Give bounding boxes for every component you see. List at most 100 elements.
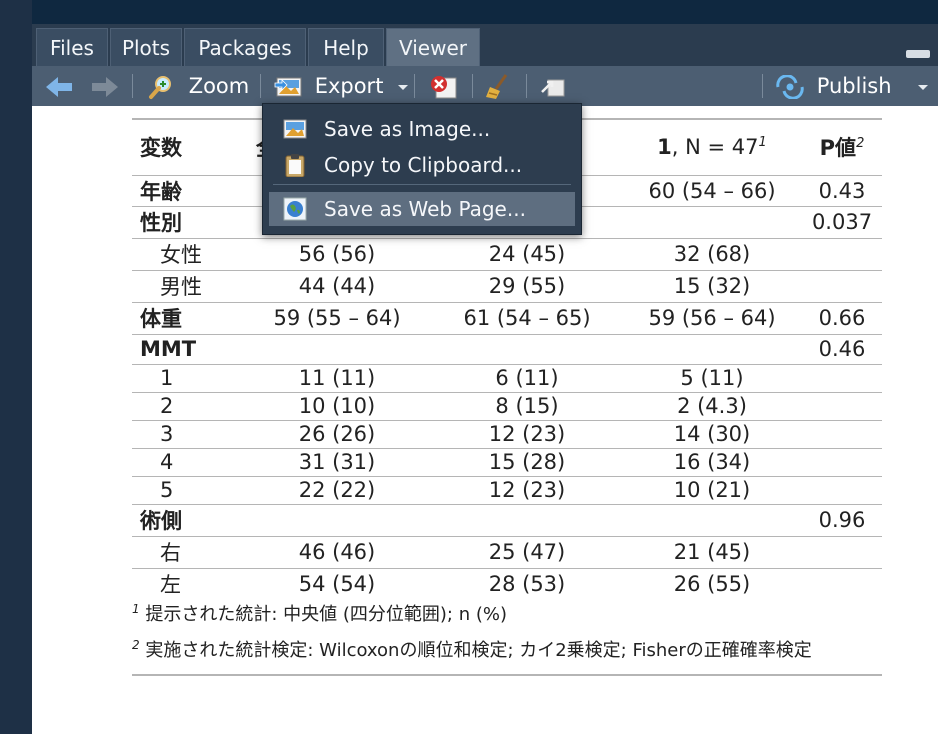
cell-p-value: 0.66 (802, 301, 882, 334)
zoom-label: Zoom (188, 74, 250, 98)
publish-icon (776, 74, 804, 100)
table-row: 5 22 (22) 12 (23) 10 (21) (132, 475, 882, 504)
left-border (0, 0, 32, 734)
image-file-icon (283, 119, 307, 139)
menu-item-label: Copy to Clipboard... (324, 153, 523, 177)
cell-group-1: 60 (54 – 66) (622, 174, 802, 206)
remove-viewer-button[interactable] (428, 66, 458, 106)
menu-item-copy-to-clipboard[interactable]: Copy to Clipboard... (269, 148, 575, 182)
cell-p-value (802, 475, 882, 504)
menu-item-label: Save as Image... (324, 117, 491, 141)
cell-group-2: 28 (53) (432, 567, 622, 600)
publish-button[interactable]: Publish (774, 66, 930, 106)
cell-group-1: 16 (34) (622, 447, 802, 476)
popout-icon (541, 79, 565, 97)
cell-overall: 26 (26) (242, 419, 432, 448)
cell-group-1: 10 (21) (622, 475, 802, 504)
tab-files[interactable]: Files (36, 28, 108, 66)
cell-group-2: 29 (55) (432, 269, 622, 302)
cell-p-value: 0.43 (802, 174, 882, 206)
row-label: 2 (132, 391, 242, 420)
table-row: 女性 56 (56) 24 (45) 32 (68) (132, 237, 882, 270)
header-p-footnote-mark: 2 (856, 136, 865, 152)
cell-group-2: 12 (23) (432, 475, 622, 504)
footnote-2: 2 実施された統計検定: Wilcoxonの順位和検定; カイ2乗検定; Fis… (132, 636, 882, 662)
viewer-toolbar: Zoom Export Publish (32, 66, 938, 106)
tab-help[interactable]: Help (308, 28, 384, 66)
table-row: 体重 59 (55 – 64) 61 (54 – 65) 59 (56 – 64) 0.… (132, 301, 882, 334)
menu-item-save-as-web-page[interactable]: Save as Web Page... (269, 192, 575, 226)
cell-overall: 46 (46) (242, 535, 432, 568)
table-row: MMT 0.46 (132, 333, 882, 364)
cell-group-2: 24 (45) (432, 237, 622, 270)
footnote-2-text: 実施された統計検定: Wilcoxonの順位和検定; カイ2乗検定; Fishe… (145, 640, 812, 661)
publish-label: Publish (816, 74, 892, 98)
cell-overall: 31 (31) (242, 447, 432, 476)
row-label: 男性 (132, 269, 242, 302)
cell-p-value (802, 567, 882, 600)
cell-overall: 22 (22) (242, 475, 432, 504)
table-row: 4 31 (31) 15 (28) 16 (34) (132, 447, 882, 476)
cell-p-value (802, 535, 882, 568)
row-label: 5 (132, 475, 242, 504)
menu-separator (273, 184, 571, 185)
row-label: 左 (132, 567, 242, 600)
back-button[interactable] (44, 66, 74, 106)
remove-icon (431, 76, 457, 99)
header-group-1: 1, N = 471 (622, 120, 802, 175)
popout-button[interactable] (538, 66, 568, 106)
cell-overall: 54 (54) (242, 567, 432, 600)
menu-item-save-as-image[interactable]: Save as Image... (269, 112, 575, 146)
row-label: 4 (132, 447, 242, 476)
table-row: 術側 0.96 (132, 503, 882, 536)
forward-button[interactable] (90, 66, 120, 106)
export-label: Export (314, 74, 384, 98)
export-button[interactable]: Export (274, 66, 410, 106)
cell-overall: 56 (56) (242, 237, 432, 270)
export-menu: Save as Image... Copy to Clipboard... Sa… (262, 103, 582, 235)
table-bottom-rule (132, 674, 882, 676)
cell-group-2 (432, 503, 622, 536)
header-p-value: P値2 (802, 120, 882, 175)
cell-p-value (802, 391, 882, 420)
toolbar-separator (260, 74, 261, 98)
clear-viewer-button[interactable] (484, 66, 514, 106)
header-group-1-bold: 1 (657, 135, 672, 160)
tab-packages[interactable]: Packages (184, 28, 306, 66)
cell-group-1: 2 (4.3) (622, 391, 802, 420)
table-row: 2 10 (10) 8 (15) 2 (4.3) (132, 391, 882, 420)
tab-plots[interactable]: Plots (110, 28, 182, 66)
table-row: 左 54 (54) 28 (53) 26 (55) (132, 567, 882, 600)
footnote-2-mark: 2 (132, 638, 140, 652)
row-label: 3 (132, 419, 242, 448)
globe-icon (283, 197, 307, 221)
row-label: MMT (132, 333, 242, 364)
cell-group-2: 25 (47) (432, 535, 622, 568)
cell-group-1: 32 (68) (622, 237, 802, 270)
cell-overall: 44 (44) (242, 269, 432, 302)
toolbar-separator (132, 74, 133, 98)
row-label: 右 (132, 535, 242, 568)
table-row: 3 26 (26) 12 (23) 14 (30) (132, 419, 882, 448)
table-row: 男性 44 (44) 29 (55) 15 (32) (132, 269, 882, 302)
table-row: 右 46 (46) 25 (47) 21 (45) (132, 535, 882, 568)
cell-group-2: 12 (23) (432, 419, 622, 448)
cell-group-2: 15 (28) (432, 447, 622, 476)
cell-group-1: 14 (30) (622, 419, 802, 448)
zoom-button[interactable]: Zoom (148, 66, 249, 106)
toolbar-separator (762, 74, 763, 98)
tab-viewer[interactable]: Viewer (386, 28, 480, 66)
row-label: 術側 (132, 503, 242, 536)
row-label: 性別 (132, 205, 242, 238)
footnote-1-text: 提示された統計: 中央値 (四分位範囲); n (%) (145, 604, 507, 625)
export-image-icon (274, 77, 302, 97)
minimize-icon[interactable] (906, 50, 930, 58)
cell-group-1 (622, 205, 802, 238)
row-label: 年齢 (132, 174, 242, 206)
table-row: 1 11 (11) 6 (11) 5 (11) (132, 363, 882, 392)
chevron-down-icon (398, 85, 409, 90)
cell-overall: 59 (55 – 64) (242, 301, 432, 334)
cell-group-1: 21 (45) (622, 535, 802, 568)
cell-p-value (802, 237, 882, 270)
tab-strip: Files Plots Packages Help Viewer (32, 24, 938, 66)
